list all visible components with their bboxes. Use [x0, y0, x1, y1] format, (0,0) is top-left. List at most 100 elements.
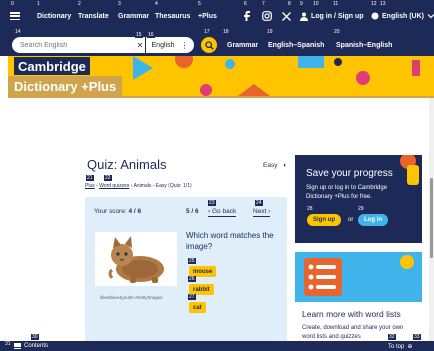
hint-label: 16 [147, 32, 155, 38]
question-progress: 5 / 6 [186, 208, 199, 215]
sign-up-button[interactable]: Sign up [307, 214, 341, 226]
language-selector[interactable]: English (UK) [371, 9, 434, 23]
login-signup-link[interactable]: Log in / Sign up [300, 9, 364, 23]
quiz-image-cat [95, 232, 177, 286]
hint-label: 9 [300, 1, 303, 7]
contents-label: Contents [24, 343, 49, 349]
hint-label: 19 [266, 29, 274, 35]
chevron-down-icon [427, 14, 434, 19]
hint-label: 6 [244, 1, 247, 7]
bottom-bar: Contents To top ⊕ [0, 341, 434, 351]
hint-label: 3 [118, 1, 121, 7]
to-top-label: To top [388, 343, 405, 350]
hint-label: 2 [78, 1, 81, 7]
clear-search-icon[interactable]: ✕ [135, 37, 145, 53]
word-lists-illustration [295, 252, 422, 302]
hint-label: 20 [333, 29, 341, 35]
go-back-label: Go back [211, 207, 237, 215]
next-button[interactable]: Next › [253, 206, 271, 217]
log-in-button[interactable]: Log in [358, 214, 388, 226]
hint-label: 33 [413, 334, 421, 340]
half-circle-icon: ◐ [283, 162, 288, 169]
level-indicator: Easy ◐ [263, 162, 287, 169]
logo-cambridge[interactable]: Cambridge [14, 57, 90, 75]
hint-label: 23 [208, 200, 216, 206]
logo-dictionary-plus[interactable]: Dictionary +Plus [8, 76, 123, 96]
hint-label: 14 [14, 29, 22, 35]
hint-label: 10 [313, 1, 319, 7]
top-navigation-bar: Dictionary Translate Grammar Thesaurus +… [0, 0, 434, 32]
hint-label: 5 [198, 1, 201, 7]
divider [8, 96, 434, 98]
chevron-right-icon: › [266, 207, 271, 215]
user-icon [300, 12, 308, 21]
hint-label: 26 [188, 276, 196, 282]
hint-label: 31 [4, 341, 12, 347]
menu-button[interactable] [10, 9, 20, 23]
hint-label: 7 [262, 1, 265, 7]
contents-button[interactable]: Contents [14, 343, 48, 349]
hint-label: 4 [155, 1, 158, 7]
hint-label: 13 [380, 1, 386, 7]
hint-label: 18 [222, 29, 230, 35]
facebook-icon[interactable] [244, 9, 250, 23]
level-label: Easy [263, 162, 278, 169]
hint-label: 32 [388, 334, 396, 340]
go-back-button[interactable]: ‹ Go back [208, 206, 237, 217]
nav-thesaurus[interactable]: Thesaurus [155, 9, 190, 23]
hint-label: 30 [31, 334, 39, 340]
hint-label: 27 [188, 294, 196, 300]
page-title: Quiz: Animals [87, 157, 167, 172]
nav-plus[interactable]: +Plus [198, 9, 217, 23]
hint-label: 17 [203, 29, 211, 35]
nav-dictionary[interactable]: Dictionary [37, 9, 71, 23]
hint-label: 15 [135, 32, 143, 38]
breadcrumb-current: Animals - Easy (Quiz: 1/1) [133, 183, 192, 189]
hint-label: 21 [86, 175, 94, 181]
save-progress-card: Save your progress Sign up or log in to … [295, 155, 422, 243]
score: Your score: 4 / 6 [94, 208, 141, 215]
word-lists-text: Create, download and share your own word… [302, 325, 404, 340]
hint-label: 0 [11, 1, 14, 7]
hint-label: 12 [371, 1, 377, 7]
search-icon [204, 40, 214, 50]
hint-label: 1 [37, 1, 40, 7]
image-credit: ilbestblue4you/E+/GettyImages [100, 295, 163, 300]
quiz-question: Which word matches the image? [186, 231, 274, 251]
search-input[interactable] [12, 37, 135, 53]
quick-link-spanish-english[interactable]: Spanish–English [336, 38, 392, 52]
to-top-button[interactable]: To top ⊕ [388, 343, 413, 351]
word-lists-card: Learn more with word lists Create, downl… [295, 252, 422, 344]
list-icon [14, 343, 21, 349]
hint-label: 22 [104, 175, 112, 181]
dictionary-selector[interactable]: English ⋮ [146, 37, 194, 53]
quick-link-english-spanish[interactable]: English–Spanish [268, 38, 324, 52]
more-vert-icon: ⋮ [180, 40, 189, 50]
quick-link-grammar[interactable]: Grammar [227, 38, 258, 52]
score-label: Your score: [94, 208, 127, 215]
hint-label: 28 [306, 206, 314, 212]
search-button[interactable] [201, 37, 217, 53]
answer-option-cat[interactable]: cat [189, 302, 206, 313]
save-progress-title: Save your progress [306, 168, 393, 179]
globe-icon [371, 12, 379, 20]
login-signup-label: Log in / Sign up [311, 12, 364, 20]
nav-translate[interactable]: Translate [78, 9, 109, 23]
breadcrumb: Plus › Word quizzes › Animals - Easy (Qu… [85, 183, 192, 189]
word-lists-title: Learn more with word lists [302, 309, 401, 319]
scrollbar-thumb[interactable] [430, 178, 433, 258]
nav-grammar[interactable]: Grammar [118, 9, 149, 23]
save-progress-text: Sign up or log in to Cambridge Dictionar… [306, 185, 388, 200]
hamburger-icon [10, 12, 20, 20]
next-label: Next [253, 207, 267, 215]
arrow-up-circle-icon: ⊕ [407, 344, 413, 350]
x-twitter-icon[interactable] [282, 9, 291, 23]
breadcrumb-word-quizzes[interactable]: Word quizzes [99, 183, 129, 189]
instagram-icon[interactable] [262, 9, 272, 23]
language-label: English (UK) [382, 12, 424, 20]
score-value: 4 / 6 [128, 208, 142, 215]
decorative-shape [407, 165, 419, 185]
hint-label: 11 [333, 1, 339, 7]
or-text: or [348, 217, 354, 223]
breadcrumb-plus[interactable]: Plus [85, 183, 95, 189]
